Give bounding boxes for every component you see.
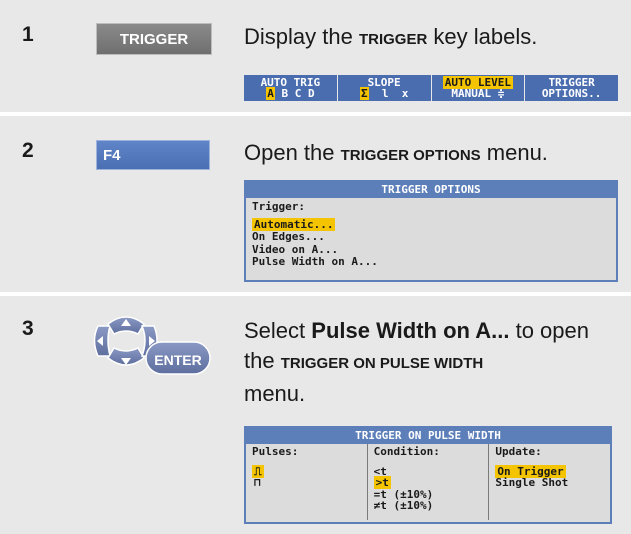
step-number: 1	[22, 23, 34, 46]
negative-pulse-icon: ⊓	[254, 476, 261, 489]
trigger-key[interactable]: TRIGGER	[96, 23, 212, 55]
menu-title: TRIGGER ON PULSE WIDTH	[246, 428, 610, 444]
trigger-options-menu: TRIGGER OPTIONS Trigger: Automatic... On…	[244, 180, 618, 282]
column-header: Update:	[495, 445, 542, 458]
menu-title: TRIGGER OPTIONS	[246, 182, 616, 198]
instruction-text: Open the	[244, 140, 341, 165]
softkey-options: A B C D	[244, 87, 337, 100]
softkey-slope[interactable]: SLOPE Ʃ l x	[338, 75, 432, 101]
softkey-auto-trig[interactable]: AUTO TRIG A B C D	[244, 75, 338, 101]
positive-pulse-option[interactable]: ⎍	[252, 464, 361, 478]
trigger-on-pulse-width-menu: TRIGGER ON PULSE WIDTH Pulses: ⎍ ⊓ Condi…	[244, 426, 612, 524]
trigger-softkey-bar: AUTO TRIG A B C D SLOPE Ʃ l x AUTO LEVEL…	[244, 75, 618, 101]
step-2-instruction: Open the TRIGGER OPTIONS menu.	[244, 138, 548, 171]
trigger-key-label: TRIGGER	[119, 30, 189, 48]
f4-key-label: F4	[103, 146, 121, 164]
instruction-keyword: TRIGGER	[358, 31, 428, 48]
step-1-panel: 1 TRIGGER Display the TRIGGER key labels…	[0, 0, 631, 112]
softkey-auto-level[interactable]: AUTO LEVEL MANUAL ≑	[432, 75, 526, 101]
column-header: Pulses:	[252, 445, 299, 458]
falling-slope-icon: l	[381, 87, 389, 100]
instruction-text: Select	[244, 318, 312, 343]
softkey-option: D	[307, 87, 315, 100]
softkey-option: C	[294, 87, 302, 100]
instruction-text: menu.	[244, 381, 306, 406]
softkey-option: B	[281, 87, 289, 100]
arrow-down-key[interactable]	[107, 347, 145, 366]
rising-slope-icon: Ʃ	[359, 87, 369, 100]
step-1-instruction: Display the TRIGGER key labels.	[244, 22, 537, 55]
menu-item-on-edges[interactable]: On Edges...	[252, 230, 610, 244]
softkey-options: Ʃ l x	[338, 87, 431, 100]
column-header: Condition:	[373, 445, 440, 458]
pulses-column: Pulses: ⎍ ⊓	[246, 444, 368, 520]
f4-key[interactable]: F4	[96, 140, 210, 170]
softkey-option-selected: A	[266, 87, 275, 100]
condition-option[interactable]: ≠t (±10%)	[374, 500, 483, 512]
menu-item-pulse-width[interactable]: Pulse Width on A...	[252, 255, 610, 269]
step-number: 2	[22, 139, 34, 162]
instruction-text: menu.	[480, 140, 548, 165]
instruction-keyword: Pulse Width on A...	[311, 318, 510, 343]
update-column: Update: On Trigger Single Shot	[489, 444, 610, 520]
arrow-left-key[interactable]	[93, 325, 111, 357]
menu-heading: Trigger:	[252, 200, 305, 213]
softkey-label: OPTIONS..	[541, 87, 602, 100]
step-3-instruction: Select Pulse Width on A... to open the T…	[244, 316, 624, 409]
arrow-up-key[interactable]	[107, 316, 145, 335]
instruction-text: key labels.	[427, 24, 538, 49]
negative-pulse-option[interactable]: ⊓	[252, 477, 361, 489]
step-number: 3	[22, 317, 34, 340]
condition-option-selected[interactable]: >t	[373, 476, 483, 489]
softkey-option: MANUAL ≑	[451, 87, 505, 100]
update-option[interactable]: Single Shot	[495, 477, 604, 489]
menu-item-label: Automatic...	[252, 217, 336, 231]
dual-slope-icon: x	[401, 87, 409, 100]
instruction-text: Display the	[244, 24, 359, 49]
instruction-keyword: TRIGGER OPTIONS	[340, 147, 481, 164]
instruction-keyword: TRIGGER ON PULSE WIDTH	[280, 355, 484, 372]
softkey-trigger-options[interactable]: TRIGGER OPTIONS..	[525, 75, 618, 101]
condition-column: Condition: <t >t =t (±10%) ≠t (±10%)	[368, 444, 490, 520]
enter-key-label: ENTER	[154, 352, 202, 368]
